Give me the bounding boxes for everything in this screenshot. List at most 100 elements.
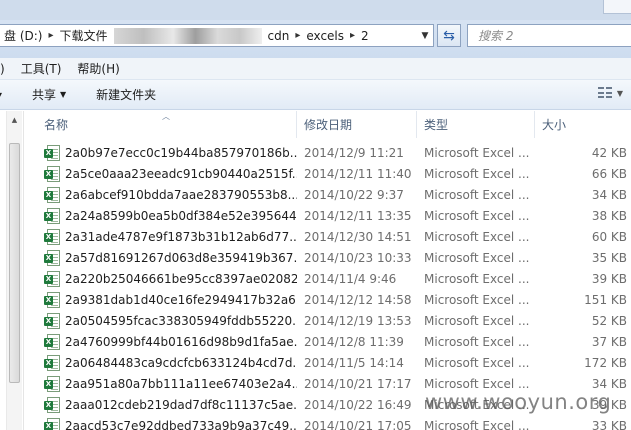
file-name-cell[interactable]: X 2aaa012cdeb219dad7df8c11137c5ae...: [25, 396, 297, 413]
chevron-down-icon: ▼: [616, 88, 623, 98]
excel-file-icon: X: [44, 417, 60, 430]
file-row[interactable]: X 2a06484483ca9cdcfcb633124b4cd7d... 2014/…: [25, 352, 631, 373]
file-row[interactable]: X 2a24a8599b0ea5b0df384e52e395644... 2014/…: [25, 205, 631, 226]
file-name: 2a57d81691267d063d8e359419b367...: [65, 250, 297, 265]
file-type: Microsoft Excel ...: [424, 313, 530, 328]
refresh-icon: ⇆: [443, 27, 455, 44]
new-folder-button[interactable]: 新建文件夹: [96, 86, 156, 103]
excel-file-icon: X: [44, 144, 60, 161]
file-name-cell[interactable]: X 2a31ade4787e9f1873b31b12ab6d77...: [25, 228, 297, 245]
breadcrumb-excels[interactable]: excels: [302, 29, 348, 43]
file-date: 2014/10/21 17:05: [304, 418, 412, 430]
file-name-cell[interactable]: X 2a57d81691267d063d8e359419b367...: [25, 249, 297, 266]
excel-file-icon: X: [44, 165, 60, 182]
file-size: 39 KB: [591, 271, 627, 286]
new-folder-label: 新建文件夹: [96, 88, 157, 102]
file-size: 52 KB: [591, 313, 627, 328]
navigation-pane: ▲: [0, 111, 24, 430]
file-size: 34 KB: [591, 376, 627, 391]
file-name-cell[interactable]: X 2a24a8599b0ea5b0df384e52e395644...: [25, 207, 297, 224]
file-row[interactable]: X 2aacd53c7e92ddbed733a9b9a37c49... 2014/1…: [25, 415, 631, 430]
file-name: 2a9381dab1d40ce16fe2949417b32a6...: [65, 292, 297, 307]
command-bar-overflow-arrow[interactable]: ▾: [0, 90, 12, 99]
file-list: X 2a0b97e7ecc0c19b44ba857970186b... 2014/1…: [25, 142, 631, 430]
excel-file-icon: X: [44, 375, 60, 392]
column-header-name-label: 名称: [44, 118, 69, 132]
chevron-down-icon: ▼: [60, 90, 67, 99]
breadcrumb-separator-icon[interactable]: ▸: [293, 30, 302, 41]
file-name-cell[interactable]: X 2a220b25046661be95cc8397ae02082...: [25, 270, 297, 287]
file-date: 2014/12/19 13:53: [304, 313, 412, 328]
file-name-cell[interactable]: X 2a9381dab1d40ce16fe2949417b32a6...: [25, 291, 297, 308]
column-header-name[interactable]: ︿ 名称: [25, 111, 297, 138]
file-type: Microsoft Excel ...: [424, 208, 530, 223]
file-row[interactable]: X 2a57d81691267d063d8e359419b367... 2014/1…: [25, 247, 631, 268]
file-name-cell[interactable]: X 2a06484483ca9cdcfcb633124b4cd7d...: [25, 354, 297, 371]
file-row[interactable]: X 2a0504595fcac338305949fddb55220... 2014/…: [25, 310, 631, 331]
file-name-cell[interactable]: X 2aacd53c7e92ddbed733a9b9a37c49...: [25, 417, 297, 430]
file-size: 60 KB: [591, 229, 627, 244]
file-type: Microsoft Excel ...: [424, 271, 530, 286]
view-options-button[interactable]: ▼: [597, 87, 623, 99]
scroll-up-icon[interactable]: ▲: [7, 113, 22, 127]
file-size: 172 KB: [584, 355, 627, 370]
breadcrumb-downloads[interactable]: 下载文件: [56, 27, 112, 44]
file-name: 2aacd53c7e92ddbed733a9b9a37c49...: [65, 418, 297, 430]
file-name: 2a24a8599b0ea5b0df384e52e395644...: [65, 208, 297, 223]
file-size: 37 KB: [591, 334, 627, 349]
window-corner-button[interactable]: [603, 0, 631, 14]
file-row[interactable]: X 2a9381dab1d40ce16fe2949417b32a6... 2014/…: [25, 289, 631, 310]
menu-item-tools[interactable]: 工具(T): [13, 60, 70, 77]
breadcrumb-separator-icon[interactable]: ▸: [46, 30, 55, 41]
file-size: 38 KB: [591, 208, 627, 223]
breadcrumb-separator-icon[interactable]: ▸: [348, 30, 357, 41]
command-bar: ▾ 共享 ▼ 新建文件夹 ▼: [0, 80, 631, 110]
excel-file-icon: X: [44, 291, 60, 308]
excel-file-icon: X: [44, 249, 60, 266]
file-type: Microsoft Excel ...: [424, 187, 530, 202]
share-button[interactable]: 共享 ▼: [32, 86, 66, 103]
address-dropdown-icon[interactable]: ▼: [417, 25, 433, 46]
file-row[interactable]: X 2a5ce0aaa23eeadc91cb90440a2515f... 2014/…: [25, 163, 631, 184]
refresh-button[interactable]: ⇆: [437, 24, 461, 47]
search-input[interactable]: 搜索 2: [467, 24, 631, 47]
file-date: 2014/10/23 10:33: [304, 250, 412, 265]
column-header-type[interactable]: 类型: [417, 111, 535, 138]
file-name-cell[interactable]: X 2a6abcef910bdda7aae283790553b8...: [25, 186, 297, 203]
file-name-cell[interactable]: X 2a4760999bf44b01616d98b9d1fa5ae...: [25, 333, 297, 350]
address-bar[interactable]: 盘 (D:) ▸ 下载文件 cdn ▸ excels ▸ 2 ▼: [0, 24, 434, 47]
file-row[interactable]: X 2a0b97e7ecc0c19b44ba857970186b... 2014/1…: [25, 142, 631, 163]
excel-file-icon: X: [44, 396, 60, 413]
file-row[interactable]: X 2a4760999bf44b01616d98b9d1fa5ae... 2014/…: [25, 331, 631, 352]
breadcrumb-current[interactable]: 2: [357, 29, 373, 43]
file-name: 2a4760999bf44b01616d98b9d1fa5ae...: [65, 334, 297, 349]
scrollbar-thumb[interactable]: [9, 143, 20, 383]
menu-item-partial[interactable]: ): [0, 62, 13, 76]
file-row[interactable]: X 2a220b25046661be95cc8397ae02082... 2014/…: [25, 268, 631, 289]
file-type: Microsoft Excel ...: [424, 250, 530, 265]
menu-item-help[interactable]: 帮助(H): [69, 60, 127, 77]
file-row[interactable]: X 2a6abcef910bdda7aae283790553b8... 2014/1…: [25, 184, 631, 205]
column-header-type-label: 类型: [424, 118, 449, 132]
breadcrumb-drive[interactable]: 盘 (D:): [0, 27, 46, 44]
breadcrumb-cdn[interactable]: cdn: [264, 29, 294, 43]
file-name: 2a31ade4787e9f1873b31b12ab6d77...: [65, 229, 297, 244]
excel-file-icon: X: [44, 354, 60, 371]
file-name-cell[interactable]: X 2a0504595fcac338305949fddb55220...: [25, 312, 297, 329]
file-date: 2014/12/30 14:51: [304, 229, 412, 244]
excel-file-icon: X: [44, 186, 60, 203]
file-size: 42 KB: [591, 145, 627, 160]
file-type: Microsoft Excel ...: [424, 292, 530, 307]
column-header-date[interactable]: 修改日期: [297, 111, 417, 138]
file-row[interactable]: X 2a31ade4787e9f1873b31b12ab6d77... 2014/1…: [25, 226, 631, 247]
file-type: Microsoft Excel ...: [424, 418, 530, 430]
nav-scrollbar[interactable]: ▲: [6, 111, 22, 430]
column-header-size[interactable]: 大小: [535, 111, 631, 138]
column-header-date-label: 修改日期: [304, 118, 353, 132]
excel-file-icon: X: [44, 312, 60, 329]
file-size: 66 KB: [591, 166, 627, 181]
file-name-cell[interactable]: X 2a5ce0aaa23eeadc91cb90440a2515f...: [25, 165, 297, 182]
file-type: Microsoft Excel ...: [424, 355, 530, 370]
file-name-cell[interactable]: X 2aa951a80a7bb111a11ee67403e2a4...: [25, 375, 297, 392]
file-name-cell[interactable]: X 2a0b97e7ecc0c19b44ba857970186b...: [25, 144, 297, 161]
